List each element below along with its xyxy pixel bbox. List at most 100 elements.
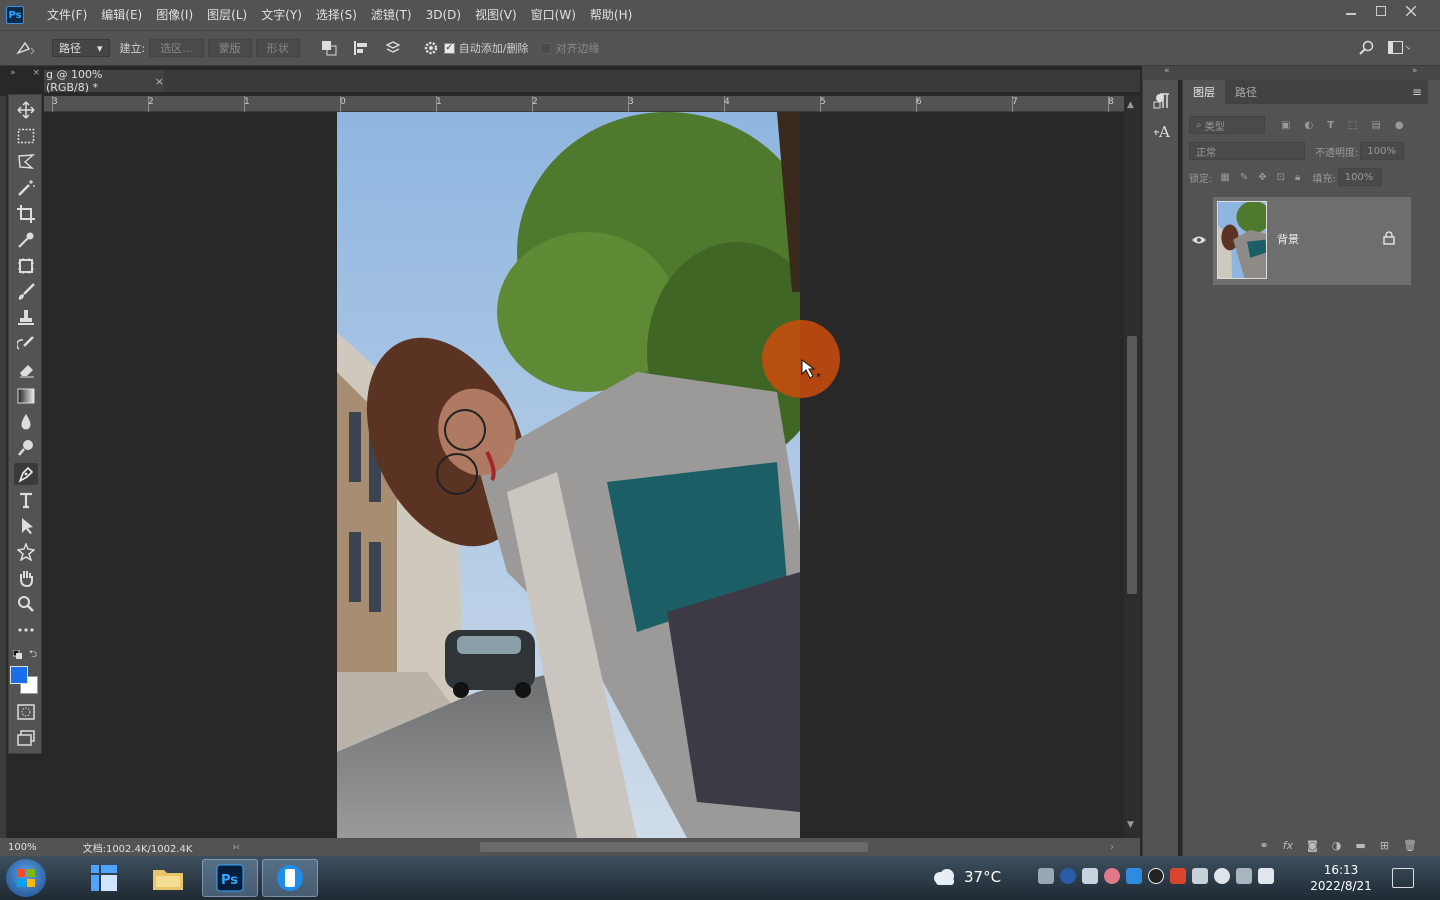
clock[interactable]: 16:13 2022/8/21 [1306,862,1376,894]
paragraph-panel-icon[interactable] [1153,92,1171,113]
horizontal-scroll-thumb[interactable] [480,842,868,852]
path-selection-tool[interactable] [14,515,38,537]
auto-add-delete-checkbox[interactable]: ✓ [443,42,455,54]
filter-smart-object-icon[interactable]: ▤ [1371,120,1380,131]
layer-lock-icon[interactable] [1383,231,1395,248]
lock-all-icon[interactable]: 🔒︎ [1295,172,1300,183]
vertical-scrollbar[interactable]: ▲ ▼ [1124,96,1140,838]
pen-tool[interactable] [14,463,38,485]
menu-view[interactable]: 视图(V) [468,0,524,30]
path-arrangement-icon[interactable] [382,37,404,59]
keyboard-icon[interactable] [1038,868,1054,884]
menu-3d[interactable]: 3D(D) [419,0,468,30]
layer-filter-select[interactable]: ⌕ 类型 [1189,116,1265,134]
document-tab[interactable]: g @ 100%(RGB/8) * × [44,68,164,94]
close-panel-icon[interactable]: × [32,68,40,82]
pen-mode-select[interactable]: 路径 ▾ [52,39,110,57]
minimize-button[interactable] [1336,0,1366,22]
taskbar-file-explorer[interactable] [140,859,196,897]
foreground-color-swatch[interactable] [10,666,28,684]
menu-image[interactable]: 图像(I) [149,0,200,30]
align-edges-option[interactable]: 对齐边缘 [540,40,599,56]
menu-select[interactable]: 选择(S) [309,0,364,30]
zoom-tool[interactable] [14,593,38,615]
lock-brush-icon[interactable]: ✎ [1240,172,1248,183]
align-edges-checkbox[interactable] [540,42,552,54]
trash-icon[interactable]: 🗑︎ [1403,839,1417,852]
taskbar-photoshop[interactable]: Ps [202,859,258,897]
add-mask-icon[interactable]: ◙ [1307,839,1318,852]
marquee-tool[interactable] [14,125,38,147]
filter-pixel-icon[interactable]: ▣ [1281,120,1290,131]
search-icon[interactable] [1356,37,1378,59]
lock-transparent-icon[interactable]: ▦ [1220,172,1229,183]
make-shape-button[interactable]: 形状 [255,39,300,57]
default-colors-icon[interactable] [12,649,23,663]
pen-tool-preset-icon[interactable] [14,37,36,59]
collapse-left-icon[interactable]: « [1164,66,1170,76]
new-adjustment-icon[interactable]: ◑ [1332,839,1342,852]
menu-file[interactable]: 文件(F) [40,0,94,30]
canvas-photo[interactable] [337,112,800,838]
tab-paths[interactable]: 路径 [1225,80,1267,104]
swap-colors-icon[interactable]: ⮌ [29,647,37,664]
flower-icon[interactable] [1104,868,1120,884]
custom-shape-tool[interactable] [14,541,38,563]
filter-shape-icon[interactable]: ⬚ [1348,120,1357,131]
make-mask-button[interactable]: 蒙版 [207,39,252,57]
menu-edit[interactable]: 编辑(E) [94,0,149,30]
layer-name[interactable]: 背景 [1277,231,1299,247]
blend-mode-select[interactable]: 正常 [1189,142,1305,160]
lock-artboard-icon[interactable]: ⊡ [1277,172,1285,183]
scroll-right-icon[interactable]: › [1110,842,1114,853]
magic-wand-tool[interactable] [14,177,38,199]
expand-panel-icon[interactable]: » [10,68,16,82]
start-button[interactable] [6,859,46,897]
stamp-tool[interactable] [14,307,38,329]
notification-icon[interactable] [1392,868,1414,888]
new-layer-icon[interactable]: ⊞ [1380,839,1389,852]
blur-tool[interactable] [14,411,38,433]
taskbar-phone-app[interactable] [262,859,318,897]
workspace-icon[interactable] [1388,37,1410,59]
lasso-tool[interactable] [14,151,38,173]
panel-menu-icon[interactable]: ≡ [1412,85,1422,99]
windows-update-icon[interactable] [1126,868,1142,884]
history-brush-tool[interactable] [14,333,38,355]
menu-type[interactable]: 文字(Y) [254,0,309,30]
qq-icon[interactable] [1148,868,1164,884]
hand-tool[interactable] [14,567,38,589]
fill-input[interactable]: 100% [1337,168,1382,186]
fx-icon[interactable]: fx [1283,839,1293,852]
gradient-tool[interactable] [14,385,38,407]
usb-icon[interactable] [1082,868,1098,884]
layer-row-background[interactable]: 背景 [1213,197,1411,285]
more-tools-button[interactable] [14,619,38,641]
menu-help[interactable]: 帮助(H) [583,0,639,30]
collapse-right-icon[interactable]: » [1412,66,1418,76]
gear-icon[interactable] [420,37,442,59]
visibility-eye-icon[interactable] [1191,234,1207,248]
lock-position-icon[interactable]: ✥ [1258,172,1266,183]
filter-adjustment-icon[interactable]: ◐ [1304,120,1313,131]
filter-type-icon[interactable]: T [1327,120,1334,131]
canvas-area[interactable]: * [44,112,1124,838]
filter-toggle-icon[interactable]: ● [1395,120,1404,131]
frame-tool[interactable] [14,255,38,277]
brush-tool[interactable] [14,281,38,303]
menu-filter[interactable]: 滤镜(T) [364,0,419,30]
opacity-input[interactable]: 100% [1360,142,1405,160]
scroll-left-icon[interactable]: ‹ [236,842,240,853]
network-icon[interactable] [1214,868,1230,884]
eraser-tool[interactable] [14,359,38,381]
volume-icon[interactable] [1192,868,1208,884]
new-group-folder-icon[interactable]: ▬ [1355,839,1365,852]
close-button[interactable] [1396,0,1426,22]
tab-layers[interactable]: 图层 [1183,80,1225,104]
taskbar-app-launcher[interactable] [76,859,132,897]
menu-layer[interactable]: 图层(L) [200,0,254,30]
zoom-level[interactable]: 100% [8,842,37,853]
move-tool[interactable] [14,99,38,121]
make-selection-button[interactable]: 选区... [149,39,204,57]
display-icon[interactable] [1236,868,1252,884]
